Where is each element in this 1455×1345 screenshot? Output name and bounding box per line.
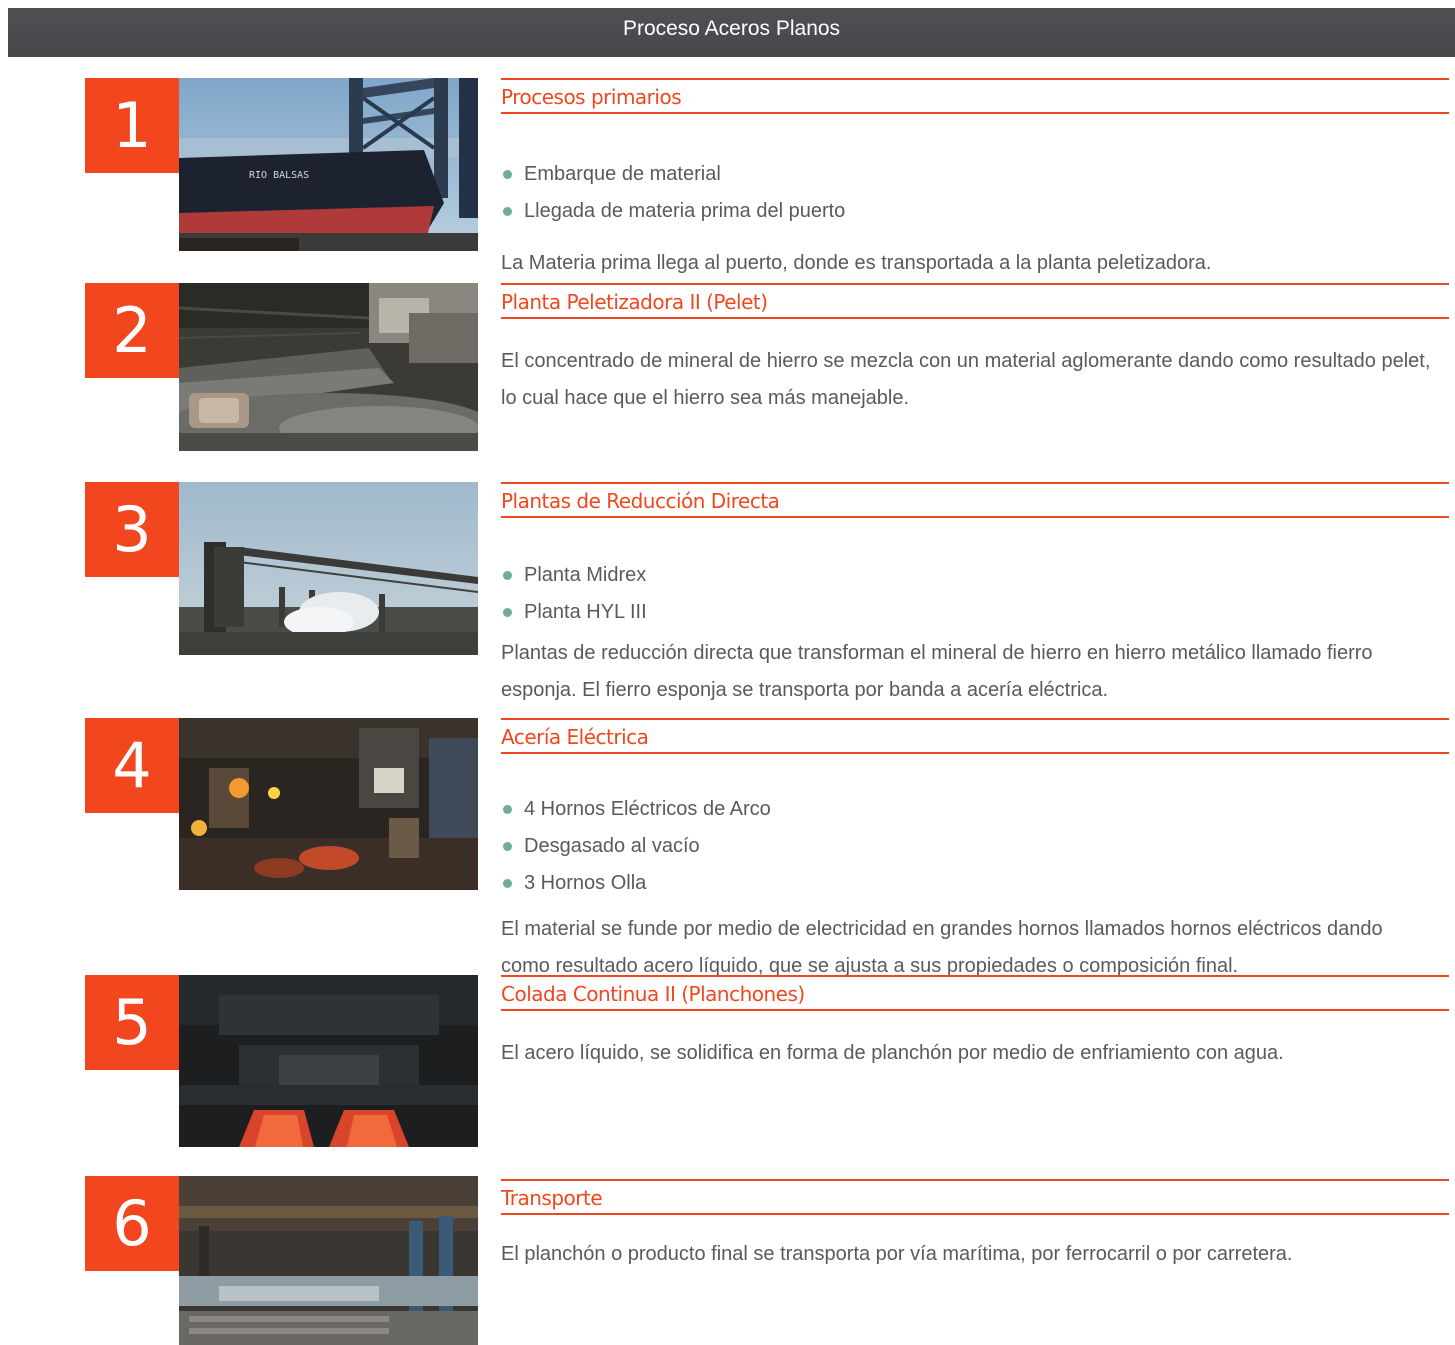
step-photo-transport xyxy=(179,1176,478,1345)
step-description: El material se funde por medio de electr… xyxy=(501,918,1383,977)
list-item: 4 Hornos Eléctricos de Arco xyxy=(501,791,1449,828)
step-title: Colada Continua II (Planchones) xyxy=(501,982,805,1006)
step-description: El concentrado de mineral de hierro se m… xyxy=(501,350,1431,409)
step-title: Procesos primarios xyxy=(501,85,682,109)
step-number-badge: 6 xyxy=(85,1176,179,1271)
step-number-badge: 5 xyxy=(85,975,179,1070)
step-photo-pellet-plant xyxy=(179,283,478,451)
step-description: Plantas de reducción directa que transfo… xyxy=(501,642,1373,701)
bullet-dot-icon xyxy=(503,879,512,888)
step-title-bar: Planta Peletizadora II (Pelet) xyxy=(501,283,1449,319)
step-content: Planta Peletizadora II (Pelet) El concen… xyxy=(501,283,1449,417)
step-content: Colada Continua II (Planchones) El acero… xyxy=(501,975,1449,1072)
step-title-bar: Procesos primarios xyxy=(501,78,1449,114)
step-content: Plantas de Reducción Directa Planta Midr… xyxy=(501,482,1449,709)
step-number-badge: 1 xyxy=(85,78,179,173)
list-item: Planta HYL III xyxy=(501,594,1449,631)
bullet-dot-icon xyxy=(503,571,512,580)
step-photo-reduction-plant xyxy=(179,482,478,655)
bullet-dot-icon xyxy=(503,608,512,617)
step-description: La Materia prima llega al puerto, donde … xyxy=(501,252,1212,274)
list-item: Desgasado al vacío xyxy=(501,828,1449,865)
step-number-badge: 2 xyxy=(85,283,179,378)
step-title-bar: Acería Eléctrica xyxy=(501,718,1449,754)
step-description: El acero líquido, se solidifica en forma… xyxy=(501,1042,1284,1064)
list-item: Llegada de materia prima del puerto xyxy=(501,193,1449,230)
step-bullet-list: Embarque de material Llegada de materia … xyxy=(501,156,1449,230)
page-header: Proceso Aceros Planos xyxy=(8,8,1455,57)
list-item: Planta Midrex xyxy=(501,557,1449,594)
step-photo-steel-mill xyxy=(179,718,478,890)
step-title: Plantas de Reducción Directa xyxy=(501,489,780,513)
step-number-badge: 4 xyxy=(85,718,179,813)
step-description: El planchón o producto final se transpor… xyxy=(501,1243,1293,1265)
step-title-bar: Plantas de Reducción Directa xyxy=(501,482,1449,518)
step-title-bar: Colada Continua II (Planchones) xyxy=(501,975,1449,1011)
list-item: Embarque de material xyxy=(501,156,1449,193)
step-title: Acería Eléctrica xyxy=(501,725,649,749)
step-bullet-list: Planta Midrex Planta HYL III xyxy=(501,557,1449,631)
step-number-badge: 3 xyxy=(85,482,179,577)
step-photo-continuous-casting xyxy=(179,975,478,1147)
step-title: Planta Peletizadora II (Pelet) xyxy=(501,290,768,314)
step-title: Transporte xyxy=(501,1186,603,1210)
step-content: Acería Eléctrica 4 Hornos Eléctricos de … xyxy=(501,718,1449,985)
bullet-dot-icon xyxy=(503,207,512,216)
list-item: 3 Hornos Olla xyxy=(501,865,1449,902)
bullet-dot-icon xyxy=(503,170,512,179)
bullet-dot-icon xyxy=(503,842,512,851)
step-photo-ship: RIO BALSAS xyxy=(179,78,478,251)
step-title-bar: Transporte xyxy=(501,1179,1449,1215)
step-content: Procesos primarios Embarque de material … xyxy=(501,78,1449,282)
bullet-dot-icon xyxy=(503,805,512,814)
page-title: Proceso Aceros Planos xyxy=(622,17,841,40)
step-content: Transporte El planchón o producto final … xyxy=(501,1179,1449,1273)
step-bullet-list: 4 Hornos Eléctricos de Arco Desgasado al… xyxy=(501,791,1449,902)
ship-name-label: RIO BALSAS xyxy=(249,170,309,181)
